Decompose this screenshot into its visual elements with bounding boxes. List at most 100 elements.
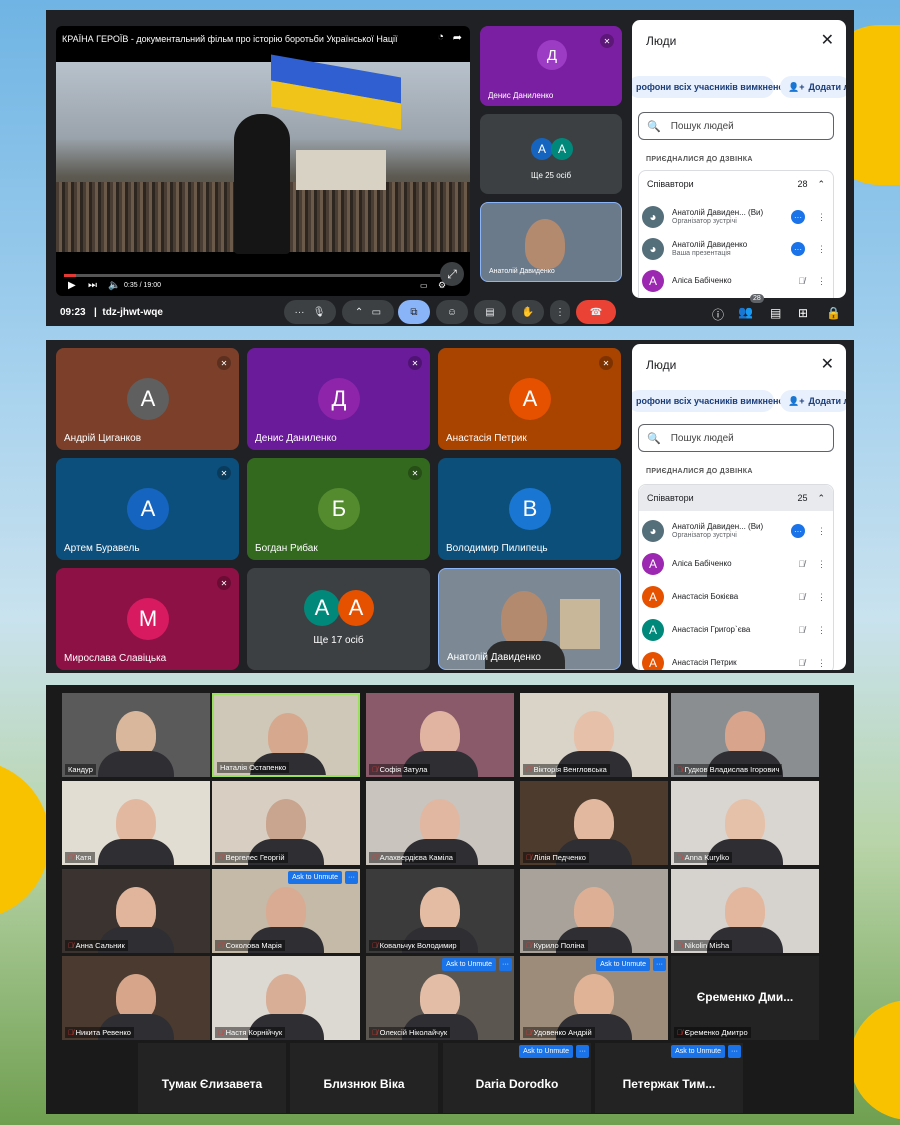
zoom-participant-tile[interactable]: 🎙̸ Вергелес Георгій	[212, 781, 360, 865]
video-player[interactable]: КРАЇНА ГЕРОЇВ - документальний фільм про…	[56, 26, 470, 296]
emoji-button[interactable]: ☺	[436, 300, 468, 324]
close-icon[interactable]: ✕	[821, 354, 834, 374]
people-row[interactable]: ◕ Анатолій Давиденко Ваша презентація ···…	[642, 234, 826, 264]
ask-to-unmute-button[interactable]: Ask to Unmute	[519, 1045, 573, 1058]
expand-icon[interactable]: ⤢	[440, 262, 464, 286]
video-progress-bar[interactable]	[64, 274, 462, 277]
zoom-participant-tile[interactable]: 🎙̸ Соколова Марія Ask to Unmute ···	[212, 869, 360, 953]
zoom-participant-tile[interactable]: 🎙̸ Курило Поліна	[520, 869, 668, 953]
info-icon[interactable]: ⓘ	[712, 306, 724, 323]
zoom-participant-tile[interactable]: 🎙̸ Катя	[62, 781, 210, 865]
more-options-icon[interactable]: ···	[576, 1045, 589, 1058]
add-people-button[interactable]: 👤+ Додати л	[780, 76, 846, 98]
zoom-participant-tile[interactable]: Тумак Єлизавета	[138, 1043, 286, 1113]
next-icon[interactable]: ⏭	[88, 280, 97, 291]
share-icon[interactable]: ➦	[453, 31, 462, 44]
mute-all-pill[interactable]: рофони всіх учасників вимкнено	[632, 390, 784, 412]
zoom-participant-tile[interactable]: Єременко Дми... 🎙̸ Єременко Дмитро	[671, 956, 819, 1040]
zoom-participant-tile[interactable]: 🎙̸ Алахвердієва Каміла	[366, 781, 514, 865]
more-options-icon[interactable]: ···	[791, 210, 805, 224]
participant-tile-more[interactable]: А А Ще 17 осіб	[247, 568, 430, 670]
kebab-icon[interactable]: ⋮	[817, 526, 826, 537]
people-row[interactable]: ◕ Анатолій Давиден... (Ви) Організатор зу…	[642, 516, 826, 546]
ask-to-unmute-button[interactable]: Ask to Unmute	[671, 1045, 725, 1058]
activities-icon[interactable]: ⊞	[798, 306, 808, 320]
mute-all-pill[interactable]: рофони всіх учасників вимкнено	[632, 76, 784, 98]
more-audio-button[interactable]: ··· 🎙	[284, 300, 336, 324]
people-row[interactable]: ◕ Анатолій Давиден... (Ви) Організатор зу…	[642, 202, 826, 232]
zoom-participant-tile[interactable]: 🎙̸ Софія Затула	[366, 693, 514, 777]
mic-off-icon[interactable]: 🎙̸	[798, 559, 805, 569]
play-icon[interactable]: ▶	[68, 280, 76, 291]
kebab-icon[interactable]: ⋮	[817, 276, 826, 287]
participant-tile-more[interactable]: А А Ще 25 осіб	[480, 114, 622, 194]
mic-off-icon[interactable]: 🎙̸	[798, 658, 805, 668]
volume-icon[interactable]: 🔈	[108, 280, 120, 291]
add-people-button[interactable]: 👤+ Додати л	[780, 390, 846, 412]
participant-tile[interactable]: А Анастасія Петрик ✕	[438, 348, 621, 450]
kebab-icon[interactable]: ⋮	[817, 592, 826, 603]
zoom-participant-tile[interactable]: 🎙̸ Удовенко Андрій Ask to Unmute ···	[520, 956, 668, 1040]
zoom-participant-tile[interactable]: Близнюк Віка	[290, 1043, 438, 1113]
participant-tile-anatolii[interactable]: Анатолій Давиденко	[480, 202, 622, 282]
zoom-participant-tile[interactable]: 🎙̸ Никита Ревенко	[62, 956, 210, 1040]
more-options-icon[interactable]: ···	[791, 242, 805, 256]
participant-tile-denys[interactable]: Д Денис Даниленко ✕	[480, 26, 622, 106]
mic-off-icon[interactable]: 🎙̸	[798, 625, 805, 635]
participant-tile-anatolii[interactable]: Анатолій Давиденко	[438, 568, 621, 670]
zoom-participant-tile[interactable]: 🎙̸ Настя Корнійчук	[212, 956, 360, 1040]
clock-icon[interactable]: ◔	[437, 31, 444, 43]
zoom-participant-tile[interactable]: 🎙̸ Анна Сальник	[62, 869, 210, 953]
ask-to-unmute-button[interactable]: Ask to Unmute	[288, 871, 342, 884]
zoom-participant-tile[interactable]: 🎙̸ Лілія Педченко	[520, 781, 668, 865]
zoom-participant-tile[interactable]: 🎙̸ Олексій Ніколайчук Ask to Unmute ···	[366, 956, 514, 1040]
captions-icon[interactable]: ▭	[420, 281, 428, 290]
participant-tile[interactable]: А Артем Буравель ✕	[56, 458, 239, 560]
participant-tile[interactable]: А Андрій Циганков ✕	[56, 348, 239, 450]
mic-off-icon[interactable]: 🎙̸	[798, 592, 805, 602]
kebab-icon[interactable]: ⋮	[817, 212, 826, 223]
people-row[interactable]: А Анастасія Григор`єва 🎙̸ ⋮	[642, 615, 826, 645]
leave-call-button[interactable]: ☎	[576, 300, 616, 324]
close-icon[interactable]: ✕	[821, 30, 834, 50]
zoom-participant-tile[interactable]: 🎙̸ Anna Kurylko	[671, 781, 819, 865]
more-options-icon[interactable]: ···	[499, 958, 512, 971]
chat-icon[interactable]: ▤	[770, 306, 781, 320]
more-options-button[interactable]: ⋮	[550, 300, 570, 324]
kebab-icon[interactable]: ⋮	[817, 625, 826, 636]
people-row[interactable]: А Аліса Бабіченко 🎙̸ ⋮	[642, 549, 826, 579]
ask-to-unmute-button[interactable]: Ask to Unmute	[442, 958, 496, 971]
kebab-icon[interactable]: ⋮	[817, 559, 826, 570]
zoom-participant-tile[interactable]: 🎙̸ Гудков Владислав Ігорович	[671, 693, 819, 777]
camera-button[interactable]: ⌃ ▭	[342, 300, 394, 324]
zoom-participant-tile[interactable]: Наталія Остапенко	[212, 693, 360, 777]
ask-to-unmute-button[interactable]: Ask to Unmute	[596, 958, 650, 971]
more-options-icon[interactable]: ···	[728, 1045, 741, 1058]
zoom-participant-tile[interactable]: Петержак Тим... Ask to Unmute ···	[595, 1043, 743, 1113]
kebab-icon[interactable]: ⋮	[817, 658, 826, 669]
zoom-participant-tile[interactable]: 🎙̸ Nikolin Misha	[671, 869, 819, 953]
people-row[interactable]: А Анастасія Петрик 🎙̸ ⋮	[642, 648, 826, 670]
search-people-input[interactable]: 🔍 Пошук людей	[638, 112, 834, 140]
people-row[interactable]: А Анастасія Бокієва 🎙̸ ⋮	[642, 582, 826, 612]
host-controls-icon[interactable]: 🔒	[826, 306, 841, 320]
zoom-participant-tile[interactable]: Daria Dorodko Ask to Unmute ···	[443, 1043, 591, 1113]
present-button[interactable]: ⧉	[398, 300, 430, 324]
zoom-participant-tile[interactable]: 🎙̸ Ковальчук Володимир	[366, 869, 514, 953]
raise-hand-button[interactable]: ✋	[512, 300, 544, 324]
people-row[interactable]: А Аліса Бабіченко 🎙̸ ⋮	[642, 266, 826, 296]
zoom-participant-tile[interactable]: Кандур	[62, 693, 210, 777]
more-options-icon[interactable]: ···	[345, 871, 358, 884]
more-options-icon[interactable]: ···	[653, 958, 666, 971]
search-people-input[interactable]: 🔍 Пошук людей	[638, 424, 834, 452]
participant-tile[interactable]: В Володимир Пилипець	[438, 458, 621, 560]
captions-button[interactable]: ▤	[474, 300, 506, 324]
zoom-participant-tile[interactable]: 🎙̸ Вікторія Венгловська	[520, 693, 668, 777]
participant-tile[interactable]: Б Богдан Рибак ✕	[247, 458, 430, 560]
participant-tile[interactable]: Д Денис Даниленко ✕	[247, 348, 430, 450]
people-icon[interactable]: 👥	[738, 305, 753, 319]
participant-tile[interactable]: М Мирослава Славіцька ✕	[56, 568, 239, 670]
kebab-icon[interactable]: ⋮	[817, 244, 826, 255]
more-options-icon[interactable]: ···	[791, 524, 805, 538]
mic-off-icon[interactable]: 🎙̸	[798, 276, 805, 286]
